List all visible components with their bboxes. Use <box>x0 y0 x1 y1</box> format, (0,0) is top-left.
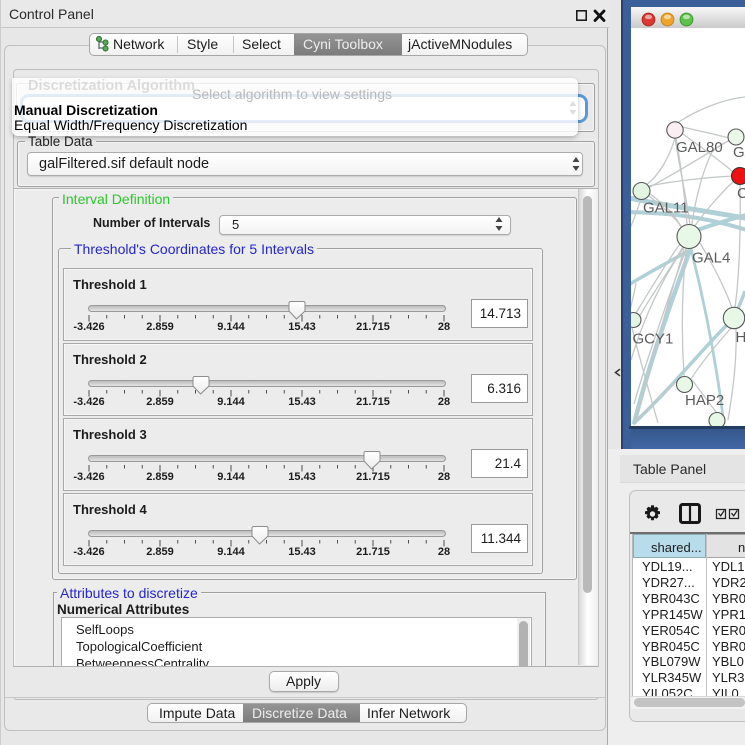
svg-text:GAL80: GAL80 <box>676 139 723 156</box>
svg-text:HAP2: HAP2 <box>685 392 724 409</box>
svg-text:H: H <box>736 329 745 346</box>
svg-text:GA: GA <box>733 144 745 161</box>
svg-text:GAL4: GAL4 <box>692 250 730 267</box>
svg-text:GAL11: GAL11 <box>643 200 689 217</box>
svg-text:C: C <box>737 185 745 202</box>
svg-text:GCY1: GCY1 <box>633 331 674 348</box>
